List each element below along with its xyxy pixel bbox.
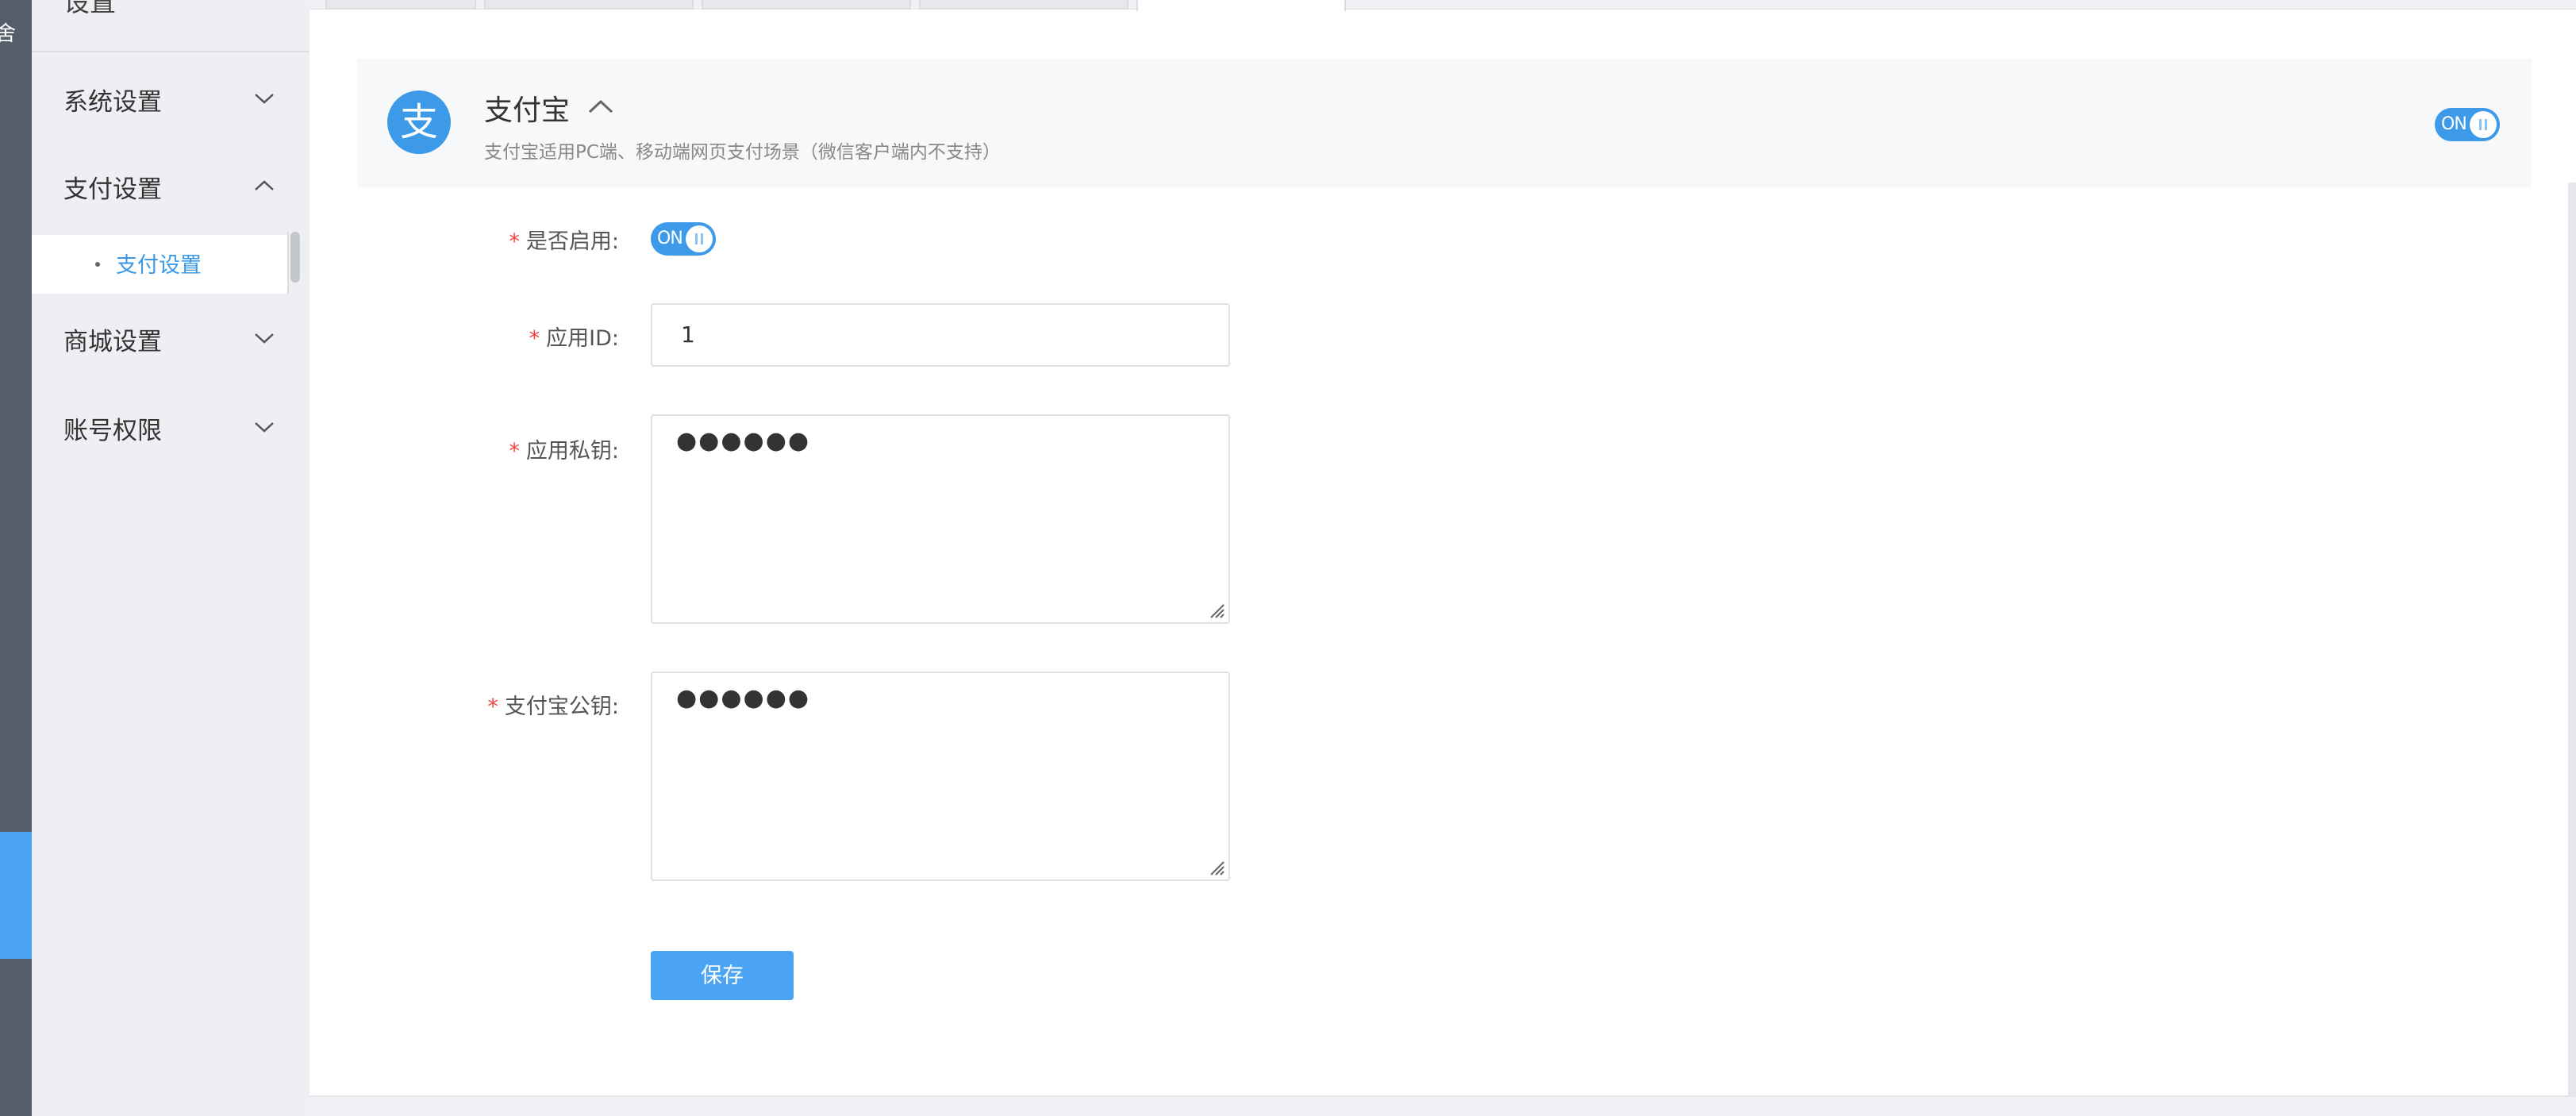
sidebar-item-account-permissions[interactable]: 账号权限: [32, 400, 310, 456]
tab[interactable]: [919, 0, 1128, 10]
page-scrollbar[interactable]: [2568, 183, 2576, 1095]
content-footer-band: [310, 1095, 2576, 1116]
chevron-up-icon: [255, 180, 274, 190]
private-key-label: * 应用私钥:: [302, 433, 619, 464]
public-key-value: ●●●●●●: [676, 684, 811, 712]
main-nav-strip: 舍: [0, 0, 32, 1116]
public-key-label-text: 支付宝公钥:: [504, 695, 619, 719]
alipay-toggle[interactable]: ON: [2435, 108, 2500, 141]
toggle-text: ON: [657, 229, 683, 248]
public-key-label: * 支付宝公钥:: [302, 689, 619, 720]
private-key-textarea[interactable]: ●●●●●●: [651, 414, 1230, 624]
app-id-label: * 应用ID:: [302, 321, 619, 352]
collapse-chevron-icon[interactable]: [587, 98, 614, 114]
toggle-text: ON: [2441, 114, 2467, 134]
required-mark: *: [487, 695, 498, 719]
private-key-value: ●●●●●●: [676, 427, 811, 455]
required-mark: *: [529, 326, 540, 351]
alipay-header: 支 支付宝 支付宝适用PC端、移动端网页支付场景（微信客户端内不支持） ON: [357, 59, 2532, 187]
settings-sidebar: 设置 系统设置 支付设置 支付设置 商城设置 账号权限: [32, 0, 310, 1116]
sidebar-item-system-settings[interactable]: 系统设置: [32, 71, 310, 127]
toggle-knob: [2470, 111, 2497, 138]
alipay-description: 支付宝适用PC端、移动端网页支付场景（微信客户端内不支持）: [484, 142, 1001, 163]
chevron-down-icon: [255, 422, 274, 433]
tab[interactable]: [325, 0, 476, 10]
save-button[interactable]: 保存: [651, 951, 794, 1000]
sidebar-item-label: 支付设置: [63, 175, 162, 204]
sidebar-divider: [32, 51, 310, 52]
resize-grip-icon[interactable]: [1208, 859, 1225, 876]
sidebar-scroll-track: [287, 232, 289, 294]
app-id-label-text: 应用ID:: [546, 326, 619, 351]
public-key-textarea[interactable]: ●●●●●●: [651, 672, 1230, 881]
sidebar-scrollbar[interactable]: [290, 232, 300, 283]
sidebar-item-label: 商城设置: [63, 328, 162, 356]
tab[interactable]: [702, 0, 911, 10]
bullet-icon: [95, 262, 100, 267]
alipay-logo-icon: 支: [387, 90, 451, 154]
chevron-down-icon: [255, 333, 274, 344]
tab-alipay[interactable]: [1136, 0, 1346, 11]
nav-strip-label[interactable]: 舍: [0, 17, 16, 47]
sidebar-subitem-label: 支付设置: [116, 253, 202, 278]
tab[interactable]: [484, 0, 694, 10]
enable-label: * 是否启用:: [302, 224, 619, 255]
sidebar-item-label: 账号权限: [63, 417, 162, 445]
chevron-down-icon: [255, 94, 274, 104]
nav-active-indicator[interactable]: [0, 832, 32, 959]
sidebar-item-label: 系统设置: [63, 88, 162, 117]
sidebar-item-payment-settings[interactable]: 支付设置: [32, 159, 310, 214]
private-key-label-text: 应用私钥:: [525, 439, 619, 464]
sidebar-item-mall-settings[interactable]: 商城设置: [32, 311, 310, 367]
required-mark: *: [509, 229, 520, 254]
sidebar-subitem-payment-settings[interactable]: 支付设置: [32, 235, 287, 294]
app-root: 舍 设置 系统设置 支付设置 支付设置 商城设置 账号权限 支 支付宝 支付宝适…: [0, 0, 2576, 1116]
toggle-knob: [686, 225, 713, 252]
payment-tabs: [310, 0, 2576, 11]
alipay-title: 支付宝: [484, 94, 571, 127]
app-id-input[interactable]: 1: [651, 303, 1230, 367]
enable-label-text: 是否启用:: [525, 229, 619, 254]
enable-switch[interactable]: ON: [651, 222, 716, 256]
resize-grip-icon[interactable]: [1208, 602, 1225, 619]
sidebar-title: 设置: [63, 0, 116, 17]
required-mark: *: [509, 439, 520, 464]
